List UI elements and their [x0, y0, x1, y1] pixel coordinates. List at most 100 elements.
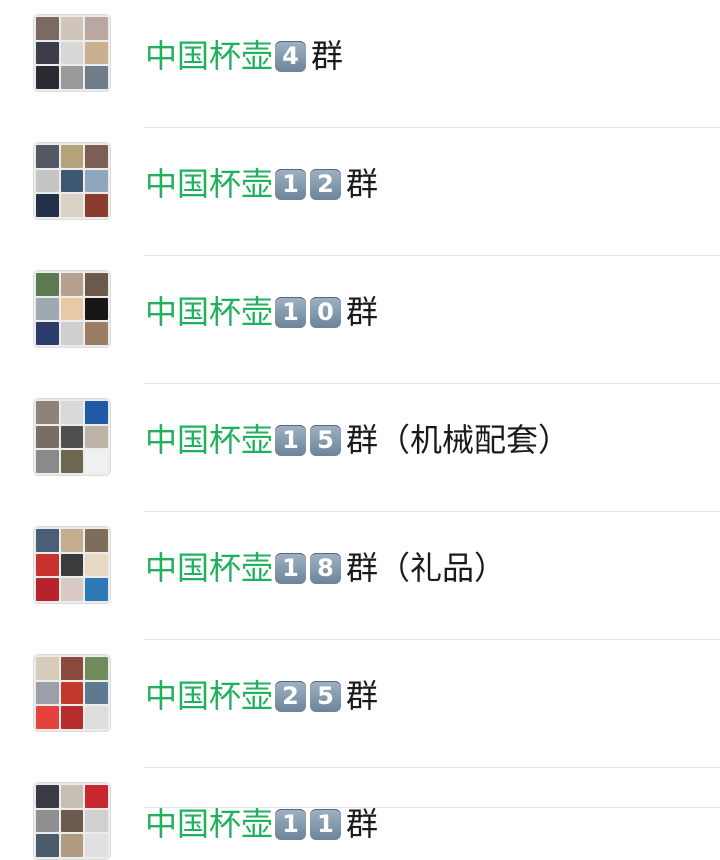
avatar-member-thumbnail: [36, 809, 59, 833]
avatar-member-thumbnail: [60, 401, 84, 424]
avatar-member-thumbnail: [85, 809, 108, 833]
avatar-member-thumbnail: [60, 169, 84, 193]
avatar-member-thumbnail: [36, 529, 59, 552]
avatar-member-thumbnail: [85, 297, 108, 321]
avatar-member-thumbnail: [60, 425, 84, 449]
avatar-member-thumbnail: [60, 809, 84, 833]
avatar-member-thumbnail: [85, 425, 108, 449]
avatar-member-thumbnail: [36, 834, 59, 857]
avatar-member-thumbnail: [60, 553, 84, 577]
group-name-suffix: 群: [346, 805, 379, 843]
keycap-digit-icon: 1: [275, 168, 307, 200]
avatar-member-thumbnail: [60, 17, 84, 40]
avatar-member-thumbnail: [36, 657, 59, 680]
avatar-member-thumbnail: [36, 681, 59, 705]
avatar-member-thumbnail: [85, 450, 108, 473]
avatar-member-thumbnail: [60, 297, 84, 321]
avatar-member-thumbnail: [36, 706, 59, 729]
avatar-member-thumbnail: [36, 17, 59, 40]
avatar-member-thumbnail: [36, 273, 59, 296]
group-chat-list: 中国杯壶 4 群中国杯壶 1 2 群中国杯壶 1 0 群中国杯壶 1 5 群（机械配套） 中国杯壶 1 8 群…: [0, 0, 720, 860]
avatar-member-thumbnail: [85, 41, 108, 65]
chat-list-item[interactable]: 中国杯壶 4 群: [0, 0, 720, 128]
avatar-member-thumbnail: [85, 17, 108, 40]
group-name-keyword: 中国杯壶: [145, 677, 274, 715]
group-name: 中国杯壶 1 5 群（机械配套）: [145, 420, 570, 460]
keycap-digit-icon: 1: [275, 424, 307, 456]
group-avatar: [33, 398, 111, 476]
group-name: 中国杯壶 4 群: [145, 36, 343, 76]
group-name: 中国杯壶 2 5 群: [145, 676, 378, 716]
avatar-member-thumbnail: [85, 145, 108, 168]
avatar-member-thumbnail: [85, 529, 108, 552]
avatar-member-thumbnail: [36, 194, 59, 217]
group-name-keyword: 中国杯壶: [145, 421, 274, 459]
avatar-member-thumbnail: [36, 41, 59, 65]
avatar-member-thumbnail: [85, 657, 108, 680]
group-name-keyword: 中国杯壶: [145, 165, 274, 203]
avatar-member-thumbnail: [85, 553, 108, 577]
avatar-member-thumbnail: [85, 194, 108, 217]
group-name-keyword: 中国杯壶: [145, 805, 274, 843]
avatar-member-thumbnail: [36, 425, 59, 449]
group-avatar: [33, 654, 111, 732]
avatar-member-thumbnail: [85, 273, 108, 296]
avatar-member-thumbnail: [36, 66, 59, 89]
chat-list-item[interactable]: 中国杯壶 1 8 群（礼品）: [0, 512, 720, 640]
chat-list-item[interactable]: 中国杯壶 1 5 群（机械配套）: [0, 384, 720, 512]
avatar-member-thumbnail: [36, 450, 59, 473]
keycap-digit-icon: 1: [275, 552, 307, 584]
avatar-member-thumbnail: [60, 834, 84, 857]
keycap-digit-icon: 2: [310, 168, 342, 200]
group-name-suffix: 群: [346, 165, 379, 203]
avatar-member-thumbnail: [36, 401, 59, 424]
avatar-member-thumbnail: [60, 706, 84, 729]
group-name-keyword: 中国杯壶: [145, 37, 274, 75]
keycap-digit-icon: 4: [275, 40, 307, 72]
group-name: 中国杯壶 1 0 群: [145, 292, 378, 332]
group-name-suffix: 群（礼品）: [346, 549, 507, 587]
avatar-member-thumbnail: [36, 169, 59, 193]
group-name-keyword: 中国杯壶: [145, 549, 274, 587]
avatar-member-thumbnail: [60, 273, 84, 296]
group-name-suffix: 群: [346, 677, 379, 715]
chat-list-item[interactable]: 中国杯壶 2 5 群: [0, 640, 720, 768]
avatar-member-thumbnail: [60, 322, 84, 345]
avatar-member-thumbnail: [60, 529, 84, 552]
avatar-member-thumbnail: [60, 66, 84, 89]
avatar-member-thumbnail: [60, 657, 84, 680]
avatar-member-thumbnail: [85, 578, 108, 601]
group-name-keyword: 中国杯壶: [145, 293, 274, 331]
avatar-member-thumbnail: [36, 322, 59, 345]
avatar-member-thumbnail: [60, 41, 84, 65]
group-name: 中国杯壶 1 8 群（礼品）: [145, 548, 506, 588]
chat-list-item[interactable]: 中国杯壶 1 1 群: [0, 768, 720, 860]
avatar-member-thumbnail: [36, 553, 59, 577]
group-avatar: [33, 142, 111, 220]
group-name: 中国杯壶 1 1 群: [145, 804, 378, 844]
keycap-digit-icon: 1: [275, 808, 307, 840]
keycap-digit-icon: 0: [310, 296, 342, 328]
avatar-member-thumbnail: [36, 297, 59, 321]
group-name-suffix: 群: [311, 37, 344, 75]
avatar-member-thumbnail: [60, 145, 84, 168]
keycap-digit-icon: 1: [310, 808, 342, 840]
avatar-member-thumbnail: [85, 401, 108, 424]
avatar-member-thumbnail: [60, 194, 84, 217]
avatar-member-thumbnail: [85, 785, 108, 808]
group-name: 中国杯壶 1 2 群: [145, 164, 378, 204]
avatar-member-thumbnail: [85, 706, 108, 729]
keycap-digit-icon: 1: [275, 296, 307, 328]
chat-list-item[interactable]: 中国杯壶 1 0 群: [0, 256, 720, 384]
group-avatar: [33, 526, 111, 604]
avatar-member-thumbnail: [36, 145, 59, 168]
group-name-suffix: 群: [346, 293, 379, 331]
group-name-suffix: 群（机械配套）: [346, 421, 571, 459]
keycap-digit-icon: 5: [310, 424, 342, 456]
avatar-member-thumbnail: [36, 578, 59, 601]
avatar-member-thumbnail: [85, 322, 108, 345]
group-avatar: [33, 270, 111, 348]
chat-list-item[interactable]: 中国杯壶 1 2 群: [0, 128, 720, 256]
group-avatar: [33, 782, 111, 860]
keycap-digit-icon: 8: [310, 552, 342, 584]
